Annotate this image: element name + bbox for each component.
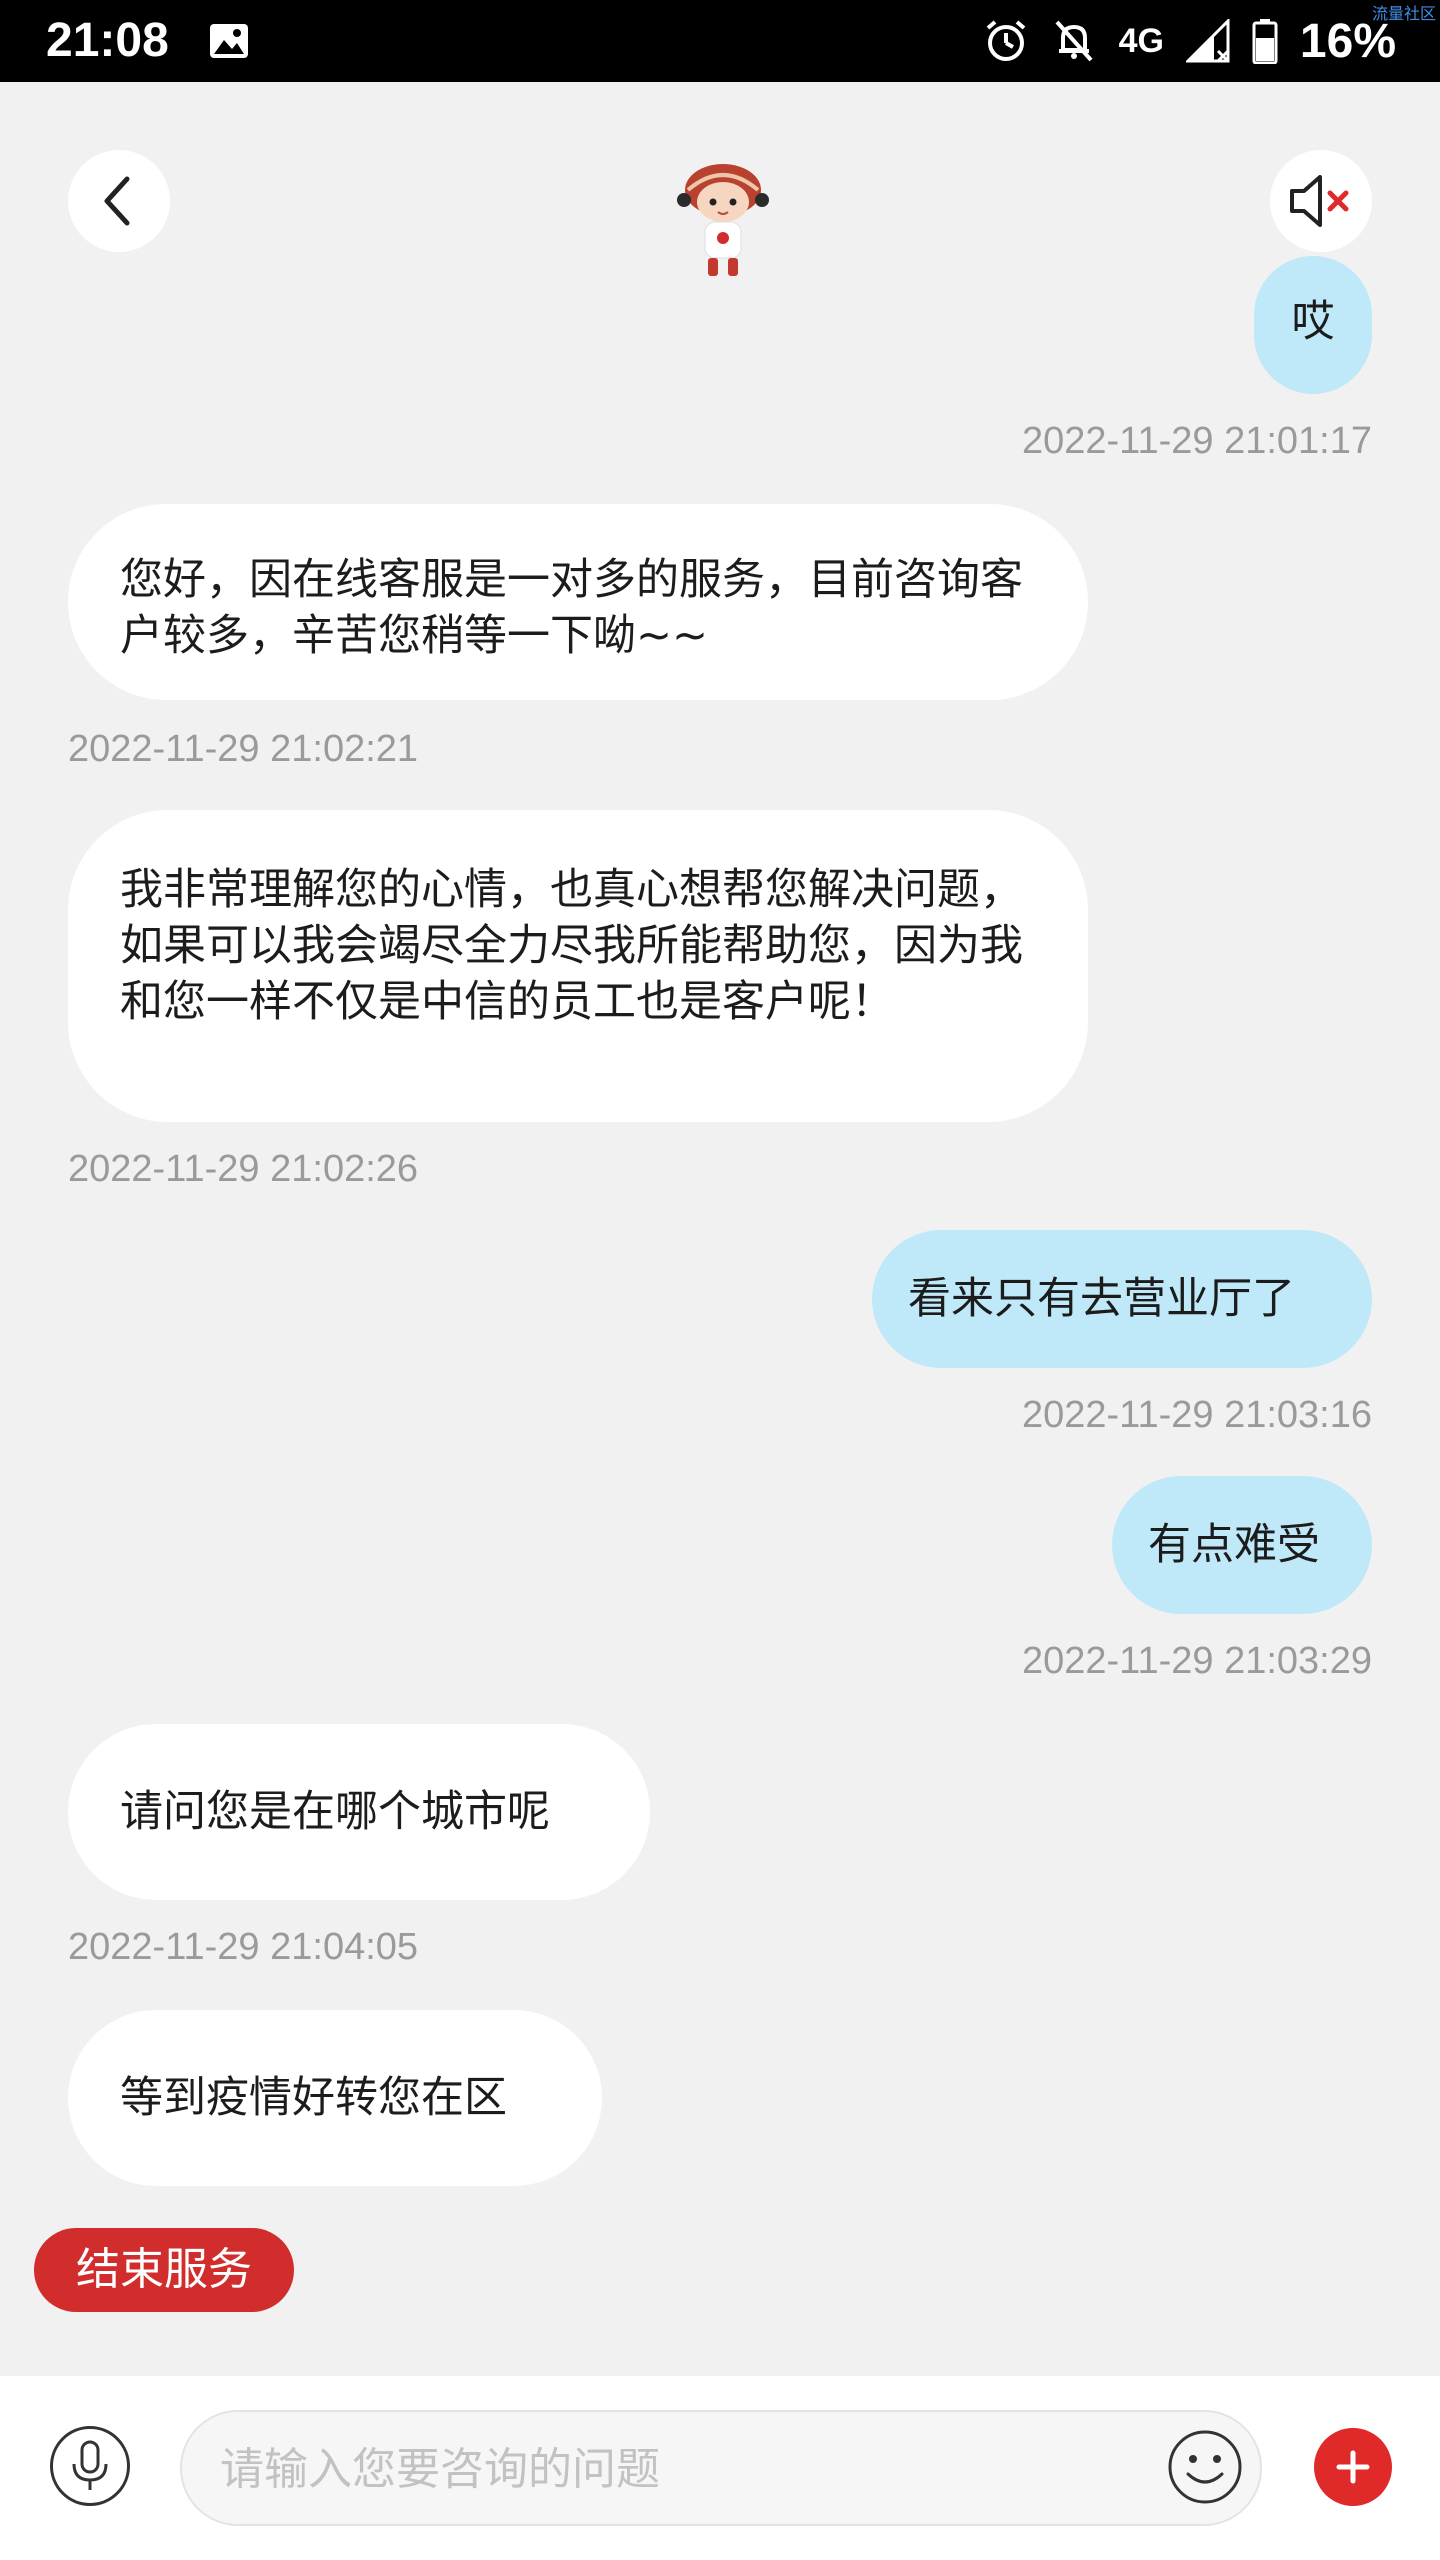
back-button[interactable] — [68, 150, 170, 252]
user-message-bubble: 哎 — [1254, 256, 1372, 394]
status-time: 21:08 — [46, 14, 169, 67]
user-message-bubble: 有点难受 — [1112, 1476, 1372, 1614]
watermark: 流量社区 — [1371, 4, 1436, 23]
message-timestamp: 2022-11-29 21:03:16 — [1021, 1394, 1372, 1436]
speaker-muted-icon — [1290, 175, 1349, 227]
message-timestamp: 2022-11-29 21:03:29 — [1021, 1640, 1372, 1682]
message-timestamp: 2022-11-29 21:02:21 — [68, 728, 419, 770]
signal-icon — [1185, 19, 1230, 63]
message-timestamp: 2022-11-29 21:01:17 — [1021, 420, 1372, 462]
plus-icon — [1336, 2450, 1370, 2484]
agent-message-bubble: 等到疫情好转您在区 — [68, 2010, 602, 2186]
message-timestamp: 2022-11-29 21:04:05 — [68, 1926, 419, 1968]
smiley-icon — [1168, 2430, 1242, 2504]
notifications-off-icon — [1055, 20, 1093, 62]
mascot-avatar — [677, 164, 769, 276]
emoji-button[interactable] — [1166, 2428, 1244, 2506]
question-input-container — [180, 2410, 1262, 2526]
end-service-button[interactable]: 结束服务 — [34, 2228, 294, 2312]
network-type: 4G — [1118, 21, 1164, 60]
microphone-icon — [72, 2440, 108, 2490]
chevron-left-icon — [104, 176, 130, 226]
agent-message-bubble: 您好，因在线客服是一对多的服务，目前咨询客户较多，辛苦您稍等一下呦~~ — [68, 504, 1088, 700]
input-bar — [0, 2376, 1440, 2560]
user-message-bubble: 看来只有去营业厅了 — [872, 1230, 1372, 1368]
image-notification-icon — [210, 24, 248, 58]
question-input[interactable] — [218, 2412, 1122, 2526]
more-options-button[interactable] — [1314, 2428, 1392, 2506]
message-timestamp: 2022-11-29 21:02:26 — [68, 1148, 419, 1190]
battery-icon — [1252, 19, 1278, 64]
agent-message-bubble: 我非常理解您的心情，也真心想帮您解决问题，如果可以我会竭尽全力尽我所能帮助您，因… — [68, 810, 1088, 1122]
alarm-icon — [986, 20, 1025, 61]
status-bar: 21:08 4G 16% 流量社区 — [0, 0, 1440, 82]
status-icons: 4G 16% — [983, 8, 1396, 74]
mute-button[interactable] — [1270, 150, 1372, 252]
agent-message-bubble: 请问您是在哪个城市呢 — [68, 1724, 650, 1900]
voice-input-button[interactable] — [50, 2426, 130, 2506]
